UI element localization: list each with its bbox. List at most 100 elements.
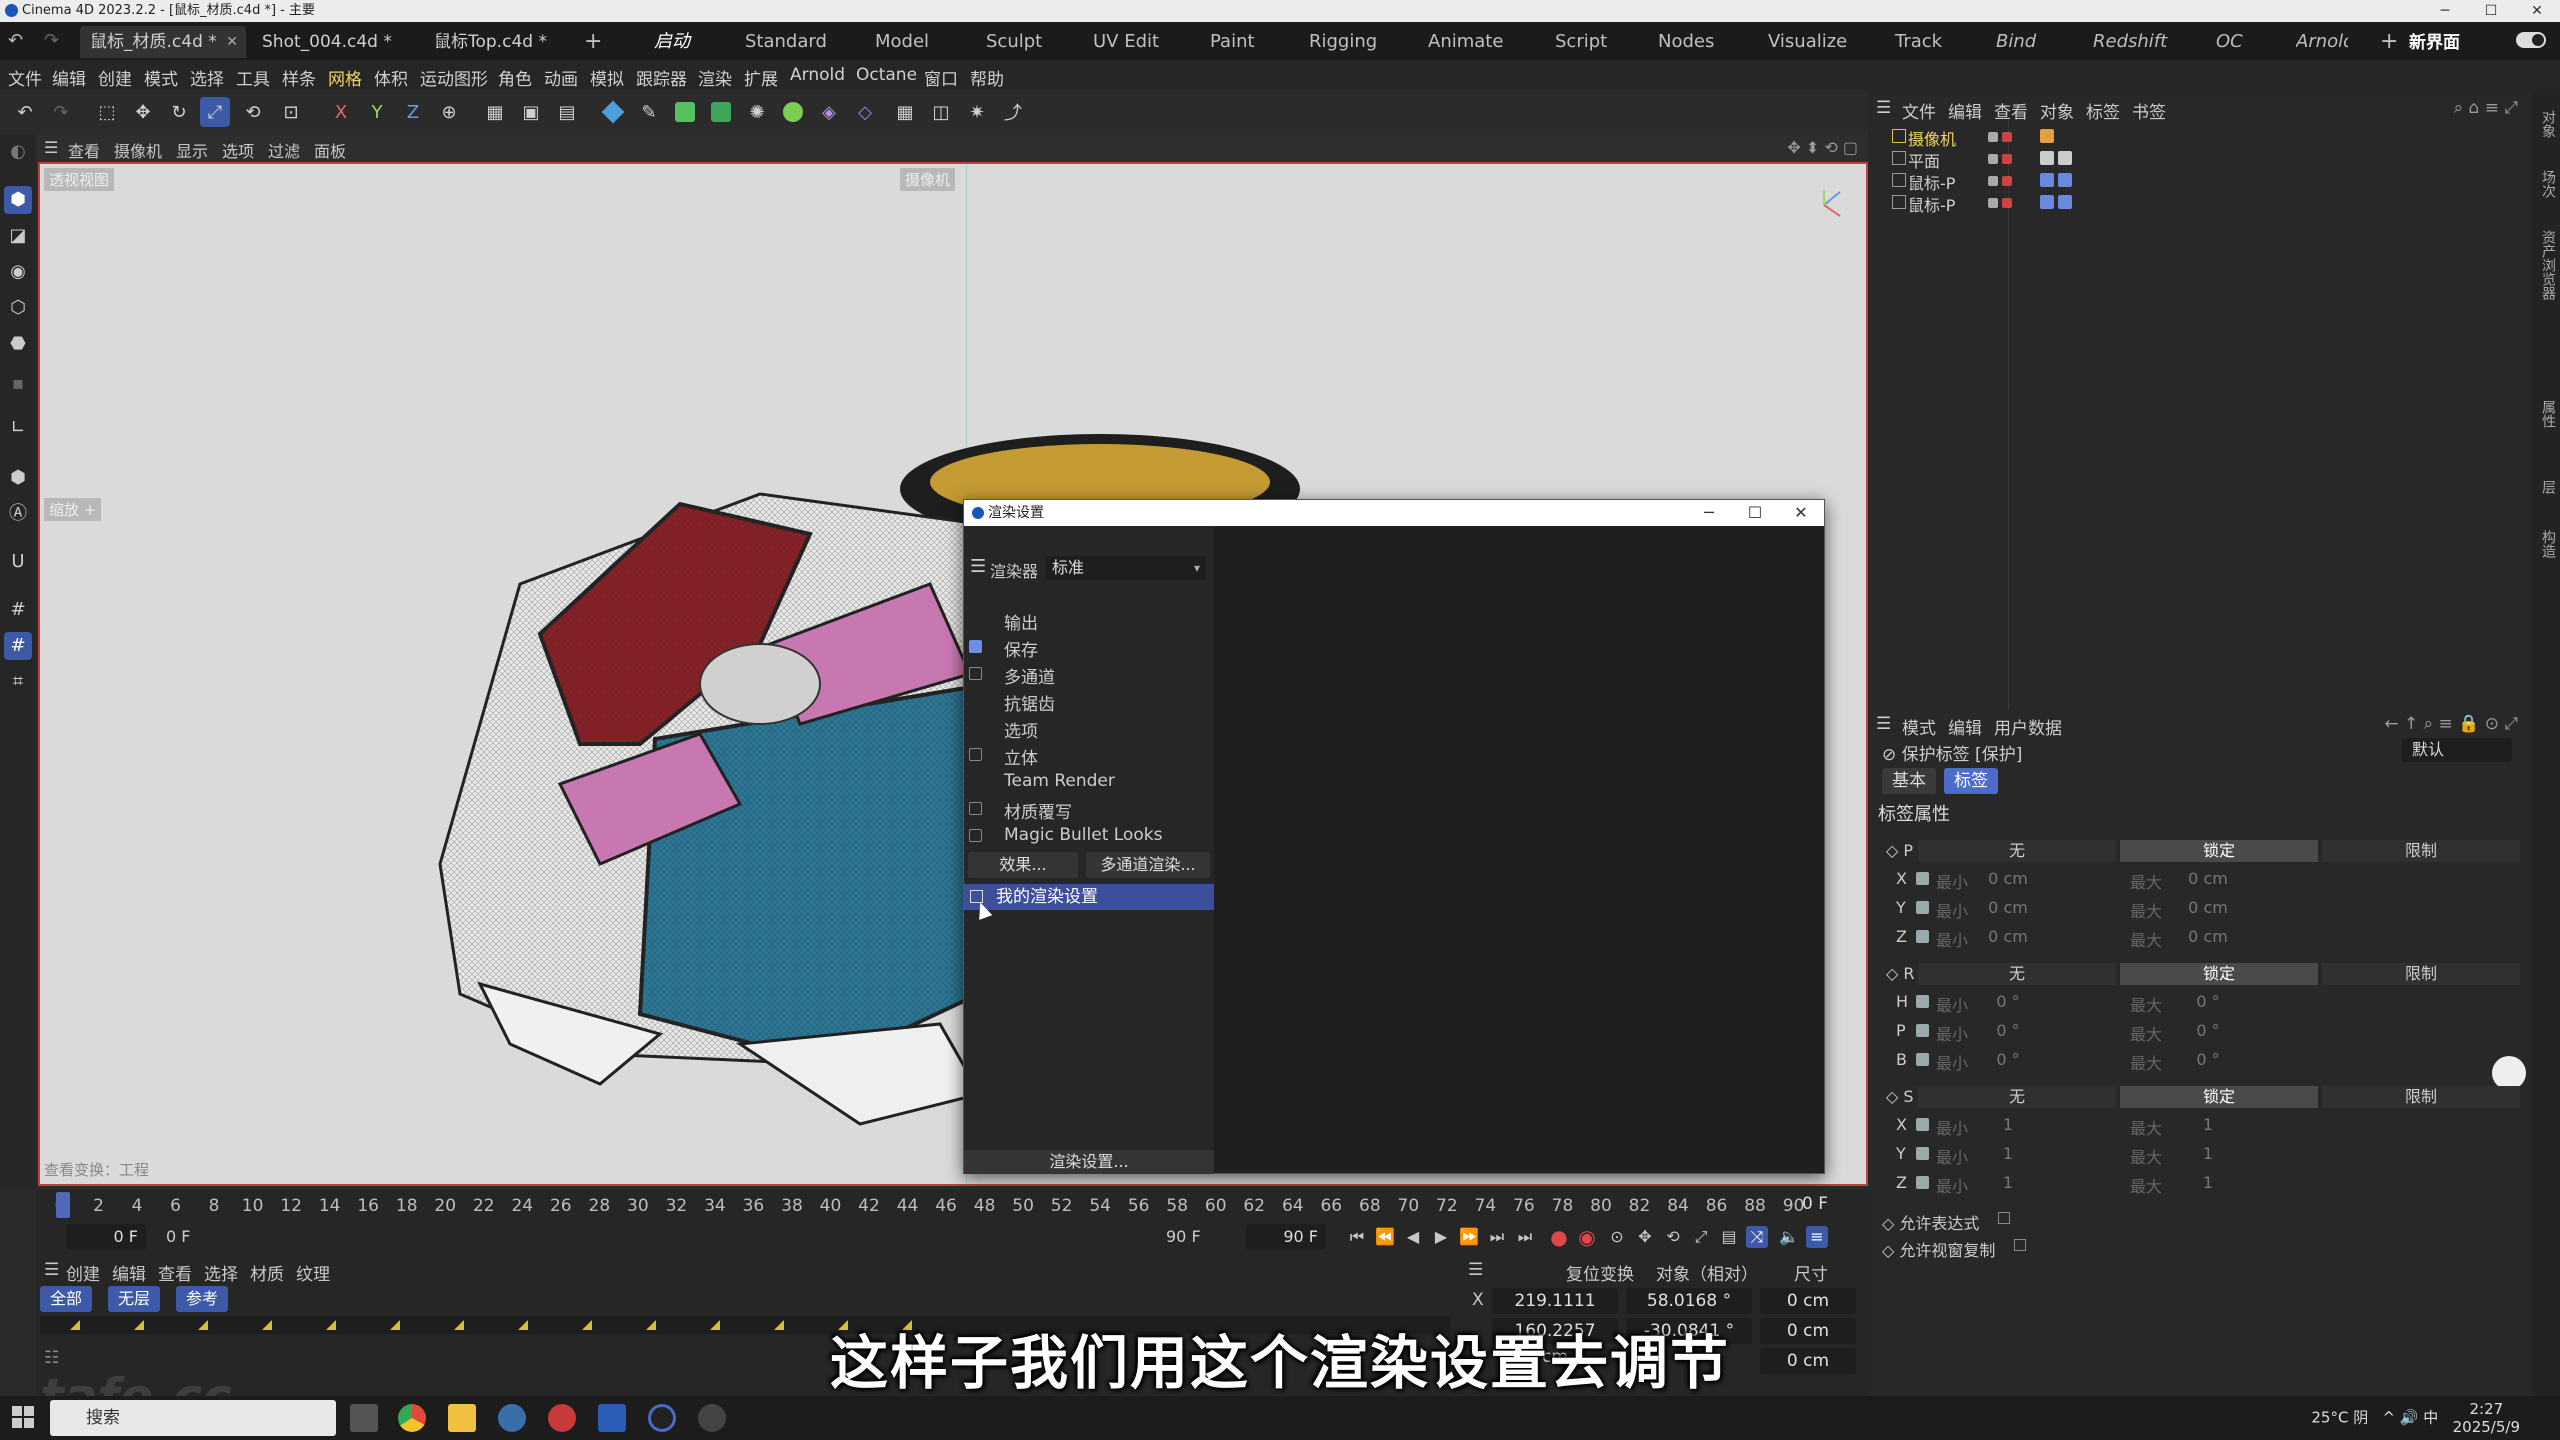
mograph-icon[interactable]: ✺ xyxy=(742,97,772,127)
protection-tag-icon[interactable] xyxy=(2058,151,2072,165)
material-tag-icon[interactable] xyxy=(2040,173,2054,187)
menu-item-12[interactable]: 模拟 xyxy=(590,65,624,90)
toggle-icon[interactable]: ◐ xyxy=(4,138,32,166)
world-coord-icon[interactable]: ⊕ xyxy=(434,97,464,127)
visibility-dot[interactable] xyxy=(1988,176,1998,186)
render-section-7[interactable]: 材质覆写 xyxy=(964,797,1214,823)
vp-menu-options[interactable]: 选项 xyxy=(222,138,254,162)
render-view-icon[interactable]: ▦ xyxy=(480,97,510,127)
windows-start-icon[interactable] xyxy=(12,1406,34,1428)
go-to-end-icon[interactable]: ⏭ xyxy=(1514,1226,1536,1248)
polygon-mode-icon[interactable]: ⬣ xyxy=(4,330,32,358)
obj-menu-tag[interactable]: 标签 xyxy=(2086,98,2120,123)
viewport-menu-icon[interactable]: ☰ xyxy=(44,138,58,157)
max-value-field[interactable]: 1 xyxy=(2168,1115,2248,1134)
render-section-6[interactable]: Team Render xyxy=(964,770,1214,794)
max-value-field[interactable]: 1 xyxy=(2168,1173,2248,1192)
menu-item-4[interactable]: 选择 xyxy=(190,65,224,90)
menu-item-2[interactable]: 创建 xyxy=(98,65,132,90)
ime-label[interactable]: 中 xyxy=(2423,1409,2438,1427)
attr-mode-option[interactable]: 无 xyxy=(1918,840,2116,862)
object-menu-icon[interactable]: ☰ xyxy=(1876,98,1891,118)
deformer-icon[interactable] xyxy=(706,97,736,127)
key-param-icon[interactable]: ▤ xyxy=(1718,1226,1740,1248)
min-value-field[interactable]: 0 cm xyxy=(1968,898,2048,917)
layout-tab-animate[interactable]: Animate xyxy=(1428,26,1503,58)
attr-mode-option[interactable]: 锁定 xyxy=(2120,1086,2318,1108)
my-render-setting-item[interactable]: 我的渲染设置 xyxy=(964,884,1214,910)
attr-menu-edit[interactable]: 编辑 xyxy=(1948,714,1982,739)
renderer-select[interactable]: 标准 xyxy=(1046,556,1206,580)
min-value-field[interactable]: 0 cm xyxy=(1968,869,2048,888)
min-value-field[interactable]: 1 xyxy=(1968,1173,2048,1192)
record-icon[interactable]: ● xyxy=(1548,1226,1570,1248)
camera-tag-icon[interactable] xyxy=(2040,129,2054,143)
enable-checkbox[interactable] xyxy=(1916,1053,1929,1066)
maximize-icon[interactable]: ☐ xyxy=(2468,0,2514,22)
live-selection-icon[interactable]: ⬚ xyxy=(92,97,122,127)
menu-item-15[interactable]: 扩展 xyxy=(744,65,778,90)
viewport-nav-icons[interactable]: ✥ ⬍ ⟲ ▢ xyxy=(1787,138,1858,157)
dialog-minimize-icon[interactable]: ─ xyxy=(1686,500,1732,526)
locked-workplane-icon[interactable]: Ⓐ xyxy=(4,500,32,528)
obj-menu-file[interactable]: 文件 xyxy=(1902,98,1936,123)
mat-menu-view[interactable]: 查看 xyxy=(158,1260,192,1285)
key-pla-icon[interactable]: ⤨ xyxy=(1746,1226,1768,1248)
quantize-icon[interactable]: ⌗ xyxy=(4,668,32,696)
transform-tool-icon[interactable]: ⟲ xyxy=(238,97,268,127)
coord-size-select[interactable]: 尺寸 xyxy=(1794,1260,1828,1285)
checkbox-icon[interactable] xyxy=(969,667,982,680)
next-frame-icon[interactable]: ⏩ xyxy=(1458,1226,1480,1248)
render-dot[interactable] xyxy=(2002,132,2012,142)
doc-tab-1[interactable]: 鼠标_材质.c4d * ✕ xyxy=(80,26,246,58)
enable-checkbox[interactable] xyxy=(1916,872,1929,885)
mat-menu-material[interactable]: 材质 xyxy=(250,1260,284,1285)
layout-tab-uv-edit[interactable]: UV Edit xyxy=(1093,26,1159,58)
attr-menu-icon[interactable]: ☰ xyxy=(1876,714,1891,734)
y-axis-icon[interactable]: Y xyxy=(362,97,392,127)
coords-menu-icon[interactable]: ☰ xyxy=(1468,1260,1483,1280)
camera-tool-icon[interactable]: ◫ xyxy=(926,97,956,127)
menu-item-18[interactable]: 窗口 xyxy=(924,65,958,90)
right-panel-tab[interactable]: 层 xyxy=(2538,480,2558,494)
vp-menu-filter[interactable]: 过滤 xyxy=(268,138,300,162)
enable-checkbox[interactable] xyxy=(1916,1176,1929,1189)
object-row[interactable]: 平面 xyxy=(1892,148,2532,171)
timeline-icon[interactable]: ≡ xyxy=(1806,1226,1828,1248)
magnet-icon[interactable]: U xyxy=(4,548,32,576)
filter-reference-button[interactable]: 参考 xyxy=(176,1286,229,1312)
menu-item-1[interactable]: 编辑 xyxy=(52,65,86,90)
menu-item-11[interactable]: 动画 xyxy=(544,65,578,90)
min-value-field[interactable]: 0 ° xyxy=(1968,1021,2048,1040)
enable-checkbox[interactable] xyxy=(1916,1024,1929,1037)
max-value-field[interactable]: 0 ° xyxy=(2168,992,2248,1011)
zoom-badge[interactable]: 缩放 + xyxy=(44,498,102,521)
menu-item-5[interactable]: 工具 xyxy=(236,65,270,90)
weather-label[interactable]: 25°C 阴 xyxy=(2311,1409,2368,1427)
task-view-icon[interactable] xyxy=(350,1404,378,1432)
export-icon[interactable]: ⤴ xyxy=(998,97,1028,127)
right-panel-tab[interactable]: 场次 xyxy=(2538,170,2558,198)
key-rot-icon[interactable]: ⟲ xyxy=(1662,1226,1684,1248)
cube-object-icon[interactable] xyxy=(598,97,628,127)
render-section-1[interactable]: 保存 xyxy=(964,635,1214,661)
dialog-maximize-icon[interactable]: ☐ xyxy=(1732,500,1778,526)
key-options-icon[interactable]: ⊙ xyxy=(1606,1226,1628,1248)
menu-item-7[interactable]: 网格 xyxy=(328,65,362,90)
max-value-field[interactable]: 0 cm xyxy=(2168,869,2248,888)
prev-key-icon[interactable]: ⏪ xyxy=(1374,1226,1396,1248)
checkbox-icon[interactable] xyxy=(969,802,982,815)
max-frame-field[interactable]: 90 F xyxy=(1246,1224,1326,1250)
move-tool-icon[interactable]: ✥ xyxy=(128,97,158,127)
mat-menu-texture[interactable]: 纹理 xyxy=(296,1260,330,1285)
clock-time[interactable]: 2:27 xyxy=(2453,1400,2520,1418)
grid-snap-icon[interactable]: # xyxy=(4,632,32,660)
allow-expression-checkbox[interactable] xyxy=(1998,1212,2010,1224)
x-position-field[interactable]: 219.1111 cm xyxy=(1492,1288,1618,1337)
menu-item-17[interactable]: Octane xyxy=(856,65,917,85)
render-settings-icon[interactable]: ▤ xyxy=(552,97,582,127)
key-scale-icon[interactable]: ⤢ xyxy=(1690,1226,1712,1248)
auto-key-icon[interactable]: ◉ xyxy=(1576,1226,1598,1248)
material-menu-icon[interactable]: ☰ xyxy=(44,1260,59,1280)
object-row[interactable]: 鼠标-P xyxy=(1892,170,2532,193)
